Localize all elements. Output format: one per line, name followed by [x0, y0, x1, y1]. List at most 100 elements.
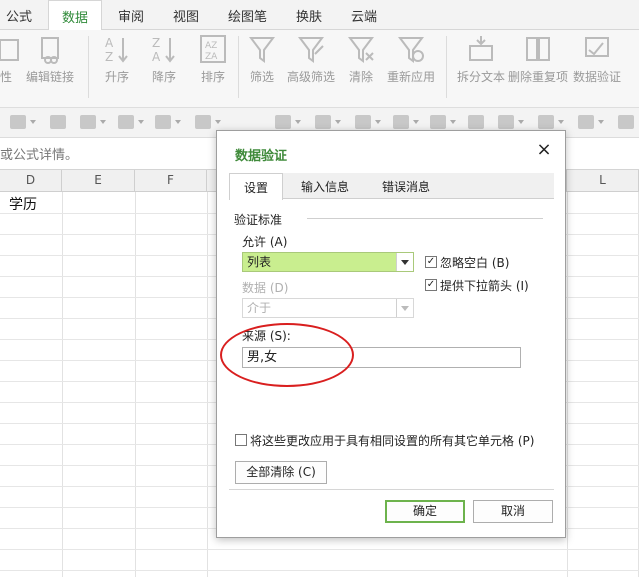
data-select: 介于 — [242, 298, 414, 318]
textbox-icon[interactable] — [498, 115, 514, 129]
sort-ascending-icon: AZ — [105, 36, 128, 64]
data-validation-button[interactable]: 数据验证 — [571, 34, 623, 85]
ignore-blank-label: 忽略空白 (B) — [440, 256, 510, 270]
chevron-down-icon[interactable] — [450, 120, 456, 124]
ribbon-separator — [446, 36, 447, 98]
chevron-down-icon[interactable] — [138, 120, 144, 124]
tab-formulas[interactable]: 公式 — [6, 6, 32, 25]
advanced-filter-button[interactable]: 高级筛选 — [285, 34, 337, 85]
tab-error-alert[interactable]: 错误消息 — [382, 178, 430, 195]
dropdown-arrow-checkbox[interactable]: ✓ — [425, 279, 437, 291]
remove-duplicates-label: 删除重复项 — [507, 70, 568, 84]
filter-button[interactable]: 筛选 — [245, 34, 279, 85]
chevron-down-icon[interactable] — [396, 253, 413, 271]
tab-drawing-pen[interactable]: 绘图笔 — [228, 6, 267, 25]
cell-d1[interactable]: 学历 — [9, 194, 37, 214]
sort-icon: AZZA — [200, 35, 226, 63]
data-validation-dialog: 数据验证 × 设置 输入信息 错误消息 验证标准 允许 (A) 列表 ✓ 忽略空… — [216, 130, 566, 538]
area-chart-icon[interactable] — [355, 115, 371, 129]
sort-descending-button[interactable]: ZA 降序 — [147, 34, 181, 85]
remove-duplicates-button[interactable]: 删除重复项 — [507, 34, 569, 85]
svg-text:A: A — [105, 36, 114, 50]
chevron-down-icon[interactable] — [30, 120, 36, 124]
svg-text:A: A — [152, 50, 161, 64]
tab-data[interactable]: 数据 — [48, 0, 103, 31]
cancel-button[interactable]: 取消 — [473, 500, 553, 523]
column-header-e[interactable]: E — [62, 170, 135, 192]
ignore-blank-checkbox[interactable]: ✓ — [425, 256, 437, 268]
allow-select[interactable]: 列表 — [242, 252, 414, 272]
edit-link-icon — [41, 37, 59, 64]
edit-link-label: 编辑链接 — [25, 70, 74, 84]
grid-line — [135, 192, 136, 577]
apply-all-checkbox[interactable] — [235, 434, 247, 446]
attribute-button[interactable]: 性 — [0, 34, 19, 85]
svg-text:ZA: ZA — [205, 52, 218, 62]
sort-descending-icon: ZA — [152, 36, 175, 64]
svg-text:AZ: AZ — [205, 41, 217, 51]
chevron-down-icon[interactable] — [215, 120, 221, 124]
align-icon[interactable] — [155, 115, 171, 129]
tab-review[interactable]: 审阅 — [118, 6, 144, 25]
svg-text:Z: Z — [152, 36, 160, 50]
data-select-value: 介于 — [247, 301, 272, 315]
chevron-down-icon[interactable] — [175, 120, 181, 124]
tab-settings[interactable]: 设置 — [229, 173, 284, 200]
save-icon[interactable] — [50, 115, 66, 129]
bar-chart-icon[interactable] — [118, 115, 134, 129]
advanced-filter-icon — [298, 37, 324, 63]
chevron-down-icon[interactable] — [558, 120, 564, 124]
allow-select-value: 列表 — [247, 255, 272, 269]
pie-chart-icon[interactable] — [393, 115, 409, 129]
chevron-down-icon[interactable] — [375, 120, 381, 124]
ok-button[interactable]: 确定 — [385, 500, 465, 523]
tab-input-message[interactable]: 输入信息 — [301, 178, 349, 195]
sort-ascending-button[interactable]: AZ 升序 — [100, 34, 134, 85]
column-chart-icon[interactable] — [195, 115, 211, 129]
tab-view[interactable]: 视图 — [173, 6, 199, 25]
svg-text:Z: Z — [105, 50, 113, 64]
ribbon-separator — [88, 36, 89, 98]
more-icon[interactable] — [618, 115, 634, 129]
chevron-down-icon[interactable] — [518, 120, 524, 124]
pivot-icon[interactable] — [468, 115, 484, 129]
chevron-down-icon[interactable] — [295, 120, 301, 124]
edit-link-button[interactable]: 编辑链接 — [24, 34, 76, 85]
filter-label: 筛选 — [249, 70, 274, 84]
map-icon[interactable] — [275, 115, 291, 129]
chevron-down-icon — [396, 299, 413, 317]
chevron-down-icon[interactable] — [335, 120, 341, 124]
sort-button[interactable]: AZ ZA 排序 — [196, 34, 230, 85]
column-header-f[interactable]: F — [135, 170, 207, 192]
annotation-circle — [220, 323, 354, 387]
symbol-icon[interactable] — [538, 115, 554, 129]
dialog-tab-bar: 设置 输入信息 错误消息 — [229, 173, 554, 200]
allow-label: 允许 (A) — [242, 235, 288, 249]
scatter-chart-icon[interactable] — [430, 115, 446, 129]
remove-duplicates-icon — [526, 37, 550, 61]
grid-line — [0, 570, 639, 571]
reapply-filter-button[interactable]: 重新应用 — [385, 34, 437, 85]
chevron-down-icon[interactable] — [598, 120, 604, 124]
section-divider — [307, 218, 543, 219]
shape-icon[interactable] — [80, 115, 96, 129]
column-header-l[interactable]: L — [567, 170, 639, 192]
grid-line — [0, 549, 639, 550]
object-icon[interactable] — [578, 115, 594, 129]
footer-divider — [229, 489, 554, 490]
close-icon[interactable]: × — [535, 141, 553, 159]
chevron-down-icon[interactable] — [100, 120, 106, 124]
line-chart-icon[interactable] — [315, 115, 331, 129]
clear-all-button[interactable]: 全部清除 (C) — [235, 461, 327, 484]
split-text-button[interactable]: 拆分文本 — [455, 34, 507, 85]
screenshot-icon[interactable] — [10, 115, 26, 129]
clear-filter-button[interactable]: 清除 — [344, 34, 378, 85]
tab-skin[interactable]: 换肤 — [296, 6, 322, 25]
reapply-filter-icon — [398, 37, 424, 63]
column-header-d[interactable]: D — [0, 170, 62, 192]
attribute-icon — [0, 39, 19, 61]
attribute-label: 性 — [0, 70, 12, 84]
tab-cloud[interactable]: 云端 — [351, 6, 377, 25]
chevron-down-icon[interactable] — [413, 120, 419, 124]
data-label: 数据 (D) — [242, 281, 289, 295]
